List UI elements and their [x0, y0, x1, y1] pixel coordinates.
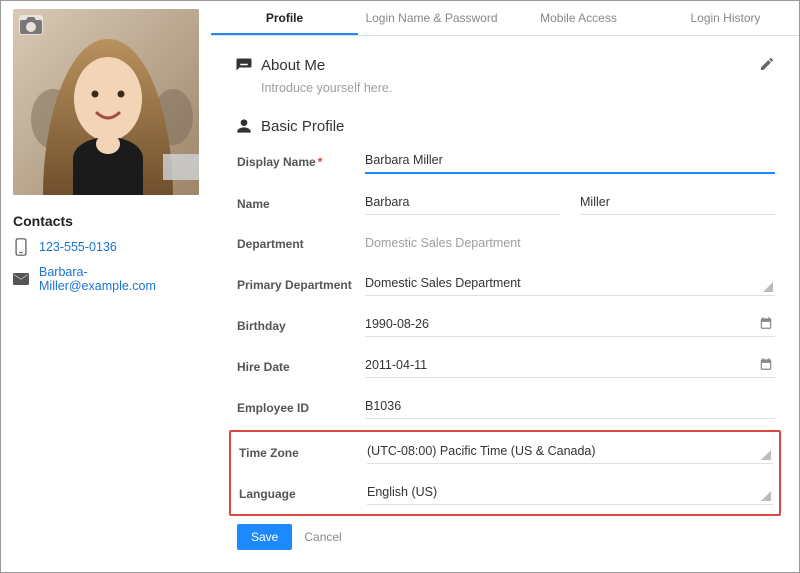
last-name-input[interactable]: Miller [580, 192, 775, 215]
basic-profile-title-row: Basic Profile [235, 117, 344, 135]
phone-icon [13, 239, 29, 255]
language-select[interactable]: English (US) [367, 482, 773, 505]
avatar-illustration [13, 9, 199, 195]
hire-date-input[interactable]: 2011-04-11 [365, 355, 775, 378]
basic-profile-head: Basic Profile [235, 117, 775, 135]
basic-profile-title: Basic Profile [261, 118, 344, 135]
label-employee-id: Employee ID [235, 401, 365, 415]
sidebar: Contacts 123-555-0136 Barbara-Miller@exa… [1, 1, 211, 572]
chevron-down-icon [761, 491, 771, 501]
label-timezone: Time Zone [237, 446, 367, 460]
contacts-heading: Contacts [13, 213, 199, 229]
row-name: Name Barbara Miller [235, 183, 775, 224]
cancel-button[interactable]: Cancel [304, 530, 341, 544]
calendar-icon[interactable] [759, 357, 773, 374]
about-title: About Me [261, 57, 325, 74]
tab-profile[interactable]: Profile [211, 1, 358, 35]
row-department: Department Domestic Sales Department [235, 224, 775, 264]
tabs: Profile Login Name & Password Mobile Acc… [211, 1, 799, 36]
tab-mobile-access[interactable]: Mobile Access [505, 1, 652, 35]
save-button[interactable]: Save [237, 524, 292, 550]
first-name-input[interactable]: Barbara [365, 192, 560, 215]
label-hire-date: Hire Date [235, 360, 365, 374]
person-icon [235, 117, 253, 135]
pencil-icon [759, 56, 775, 72]
profile-photo [13, 9, 199, 195]
row-language: Language English (US) [237, 473, 773, 514]
chat-icon [235, 57, 253, 75]
label-name: Name [235, 197, 365, 211]
row-primary-dept: Primary Department Domestic Sales Depart… [235, 264, 775, 305]
primary-department-select[interactable]: Domestic Sales Department [365, 273, 775, 296]
label-primary-dept: Primary Department [235, 278, 365, 292]
edit-about-button[interactable] [759, 56, 775, 75]
email-icon [13, 271, 29, 287]
contact-email-link[interactable]: Barbara-Miller@example.com [39, 265, 199, 293]
birthday-input[interactable]: 1990-08-26 [365, 314, 775, 337]
content: About Me Introduce yourself here. Basic … [211, 36, 799, 572]
calendar-icon[interactable] [759, 316, 773, 333]
row-employee-id: Employee ID B1036 [235, 387, 775, 428]
label-display-name: Display Name* [235, 155, 365, 169]
label-department: Department [235, 237, 365, 251]
about-placeholder[interactable]: Introduce yourself here. [261, 81, 775, 95]
tab-login-password[interactable]: Login Name & Password [358, 1, 505, 35]
label-birthday: Birthday [235, 319, 365, 333]
timezone-select[interactable]: (UTC-08:00) Pacific Time (US & Canada) [367, 441, 773, 464]
about-section-head: About Me [235, 56, 775, 75]
camera-icon [19, 15, 43, 35]
tab-login-history[interactable]: Login History [652, 1, 799, 35]
row-birthday: Birthday 1990-08-26 [235, 305, 775, 346]
row-timezone: Time Zone (UTC-08:00) Pacific Time (US &… [237, 432, 773, 473]
contact-phone-row: 123-555-0136 [13, 239, 199, 255]
label-language: Language [237, 487, 367, 501]
about-title-row: About Me [235, 57, 325, 75]
employee-id-input[interactable]: B1036 [365, 396, 775, 419]
highlight-timezone-language: Time Zone (UTC-08:00) Pacific Time (US &… [229, 430, 781, 516]
chevron-down-icon [761, 450, 771, 460]
main-panel: Profile Login Name & Password Mobile Acc… [211, 1, 799, 572]
row-hire-date: Hire Date 2011-04-11 [235, 346, 775, 387]
row-display-name: Display Name* Barbara Miller [235, 141, 775, 183]
contact-email-row: Barbara-Miller@example.com [13, 265, 199, 293]
display-name-input[interactable]: Barbara Miller [365, 150, 775, 174]
form-actions: Save Cancel [235, 524, 775, 550]
contact-phone-link[interactable]: 123-555-0136 [39, 240, 117, 254]
chevron-down-icon [763, 282, 773, 292]
change-photo-button[interactable] [19, 15, 43, 35]
department-value: Domestic Sales Department [365, 233, 775, 255]
